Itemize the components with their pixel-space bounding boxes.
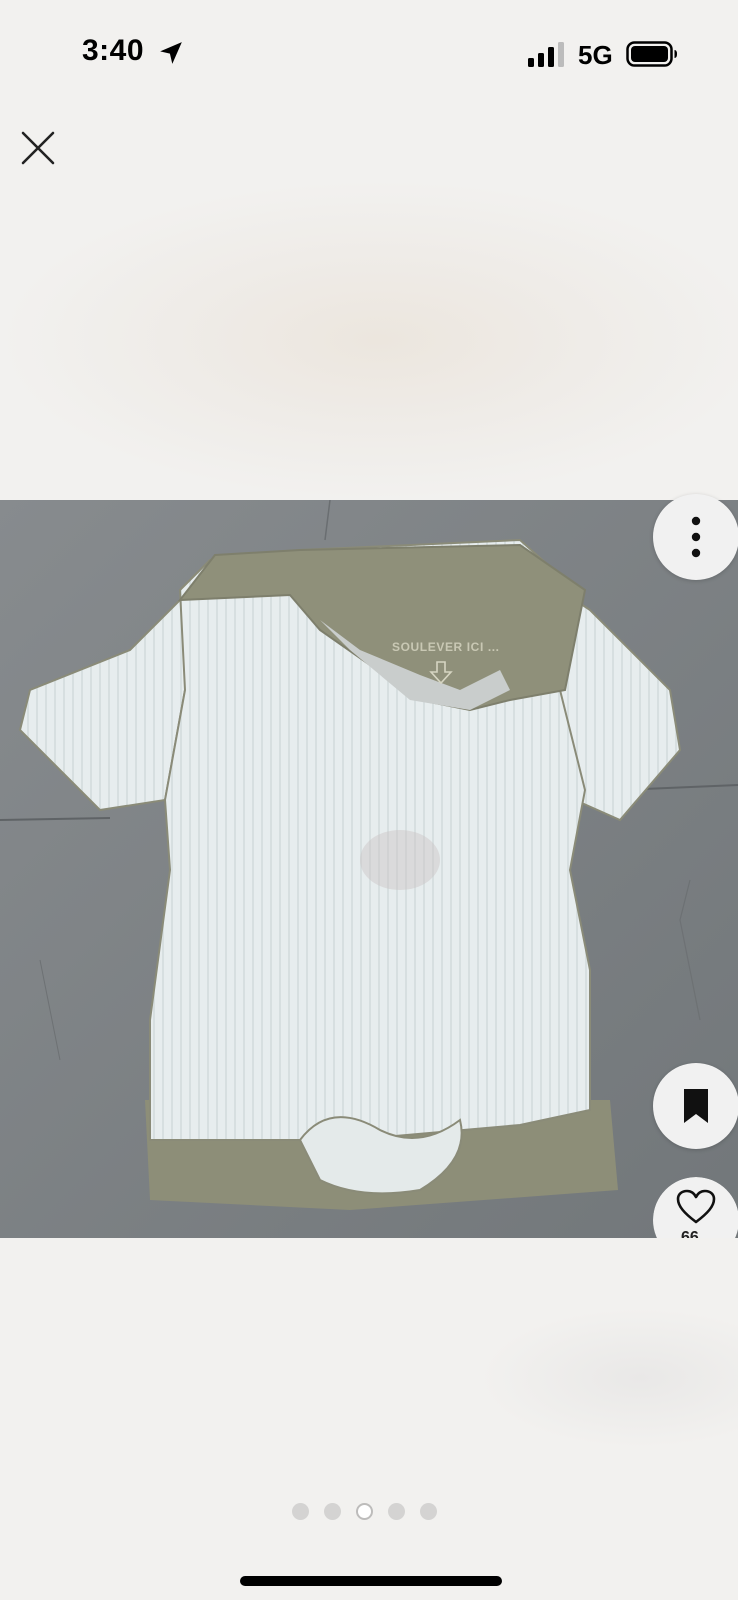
network-label: 5G [578,40,613,70]
page-dot-5[interactable] [420,1503,437,1520]
page-dot-3-active[interactable] [356,1503,373,1520]
more-vertical-icon [691,516,701,558]
bookmark-icon [684,1089,708,1123]
more-options-button[interactable] [653,494,738,580]
product-photo[interactable]: SOULEVER ICI ... [0,500,738,1238]
location-arrow-icon [160,42,182,64]
status-bar: 3:40 5G [0,0,738,110]
signal-bars-icon [528,42,564,67]
page-dot-1[interactable] [292,1503,309,1520]
battery-icon [626,41,677,67]
blurred-background-bottom [0,1238,738,1600]
save-button[interactable] [653,1063,738,1149]
like-count: 66 [681,1231,699,1238]
page-dot-4[interactable] [388,1503,405,1520]
close-button[interactable] [18,128,58,168]
heart-icon [676,1189,716,1224]
page-dot-2[interactable] [324,1503,341,1520]
shirt-photo-illustration [0,500,738,1238]
home-indicator[interactable] [240,1576,502,1586]
close-icon [21,131,55,165]
garment-print-text: SOULEVER ICI ... [392,640,500,654]
image-pagination [292,1503,437,1523]
status-time: 3:40 [82,34,145,67]
